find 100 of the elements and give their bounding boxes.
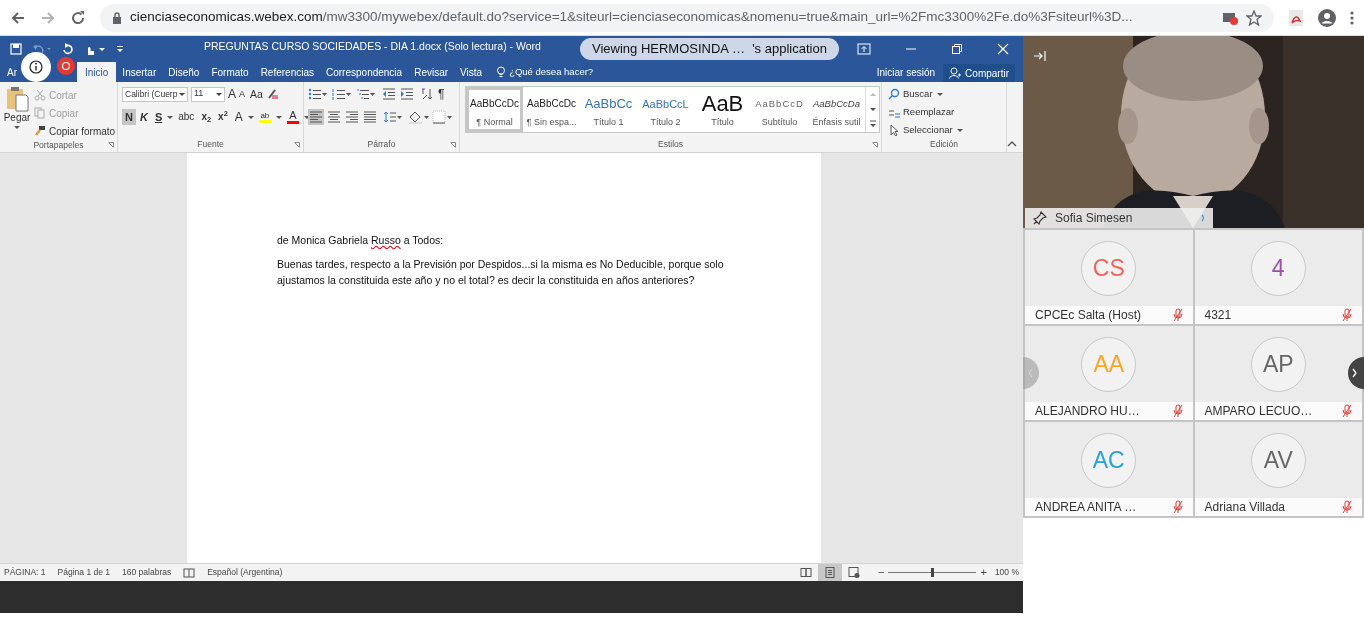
style-option[interactable]: AaBbCcDa Énfasis sutil	[808, 87, 865, 132]
participant-tile[interactable]: 4 4321	[1194, 230, 1362, 324]
bold-button[interactable]: N	[122, 109, 136, 125]
message-paragraph: Buenas tardes, respecto a la Previsión por Despidos...si la misma es No Deducible, porque solo ajustamos la constituida este año y no el total? es decir la constituida en años anteriores?	[277, 257, 725, 288]
collapse-ribbon-icon[interactable]	[1007, 140, 1017, 147]
ribbon-tab[interactable]: Insertar	[116, 62, 163, 82]
ribbon-tab[interactable]: Diseño	[162, 62, 206, 82]
menu-icon[interactable]	[1350, 9, 1354, 26]
customize-icon[interactable]	[116, 45, 124, 53]
back-icon[interactable]	[10, 9, 26, 26]
clear-formatting-icon[interactable]	[265, 88, 278, 100]
collapse-panel-icon[interactable]	[1033, 50, 1047, 62]
muted-microphone-icon[interactable]	[1172, 500, 1183, 514]
participant-tile[interactable]: CS CPCEc Salta (Host)	[1025, 230, 1193, 324]
align-center-icon[interactable]	[326, 109, 342, 125]
print-layout-icon[interactable]	[818, 564, 842, 581]
ribbon-tab[interactable]: Correspondencia	[320, 62, 409, 82]
highlight-button[interactable]: ab	[255, 109, 274, 125]
style-option[interactable]: AaBbCcD Subtítulo	[751, 87, 808, 132]
underline-button[interactable]: S	[151, 109, 166, 125]
reload-icon[interactable]	[70, 9, 86, 26]
ribbon-tab[interactable]: Revisar	[408, 62, 455, 82]
save-icon[interactable]	[10, 43, 22, 55]
paste-button[interactable]: Pegar	[4, 86, 30, 139]
editing-button[interactable]: Seleccionar	[888, 122, 964, 138]
participant-tile[interactable]: AA ALEJANDRO HU…	[1025, 326, 1193, 420]
ribbon-display-icon[interactable]	[857, 43, 871, 55]
info-icon[interactable]	[21, 52, 51, 82]
italic-button[interactable]: K	[136, 109, 151, 125]
grow-font-button[interactable]: A	[228, 88, 236, 100]
restore-icon[interactable]	[951, 43, 963, 55]
font-color-button[interactable]: A	[283, 109, 302, 125]
align-right-icon[interactable]	[344, 109, 360, 125]
increase-indent-icon[interactable]	[400, 88, 414, 100]
clipboard-button[interactable]: Copiar formato	[34, 123, 116, 139]
participant-name: CPCEc Salta (Host)	[1035, 307, 1143, 324]
repeat-icon[interactable]	[62, 43, 74, 55]
share-button[interactable]: Compartir	[943, 64, 1015, 82]
decrease-indent-icon[interactable]	[382, 88, 396, 100]
line-spacing-icon[interactable]	[383, 111, 403, 123]
sort-icon[interactable]	[420, 88, 434, 100]
text-effects-button[interactable]: A	[231, 109, 246, 125]
cursor-icon	[888, 124, 900, 136]
zoom-slider[interactable]	[930, 568, 934, 577]
shading-icon[interactable]	[408, 110, 430, 124]
shrink-font-button[interactable]: A	[239, 89, 246, 99]
participant-tile[interactable]: AC ANDREA ANITA …	[1025, 422, 1193, 516]
star-icon[interactable]	[1246, 9, 1262, 26]
caret-icon	[215, 91, 223, 97]
muted-microphone-icon[interactable]	[1172, 308, 1183, 322]
font-size-field[interactable]: 11	[191, 86, 225, 102]
tell-me-field[interactable]: ¿Qué desea hacer?	[488, 62, 602, 82]
ribbon-tab[interactable]: Inicio	[77, 62, 117, 82]
bullets-icon[interactable]	[308, 88, 328, 100]
recording-icon[interactable]	[57, 57, 75, 75]
account-icon[interactable]	[1318, 8, 1336, 27]
style-option[interactable]: AaBbCc Título 1	[580, 87, 637, 132]
dialog-launcher-icon[interactable]	[872, 142, 878, 148]
muted-microphone-icon[interactable]	[1172, 404, 1183, 418]
muted-microphone-icon[interactable]	[1342, 500, 1352, 514]
participant-tile[interactable]: AV Adriana Villada	[1194, 422, 1362, 516]
font-name-field[interactable]: Calibri (Cuerp	[122, 86, 188, 102]
participant-tile[interactable]: AP AMPARO LECUO…	[1194, 326, 1362, 420]
zoom-out-button[interactable]: −	[878, 567, 885, 578]
editing-button[interactable]: Buscar	[888, 86, 964, 102]
ribbon-tab[interactable]: Vista	[454, 62, 489, 82]
muted-microphone-icon[interactable]	[1342, 404, 1352, 418]
speaker-name: Sofia Simesen	[1055, 210, 1134, 227]
dialog-launcher-icon[interactable]	[294, 142, 300, 148]
zoom-in-button[interactable]: +	[980, 567, 987, 578]
numbering-icon[interactable]	[332, 88, 352, 100]
address-bar[interactable]: cienciaseconomicas.webex.com/mw3300/mywebex/default.do?service=1&siteurl=cienciaseconomicas&nomenu=true&main_url=%2Fmc3300%2Fe.do%3Fsiteurl%3D...	[100, 3, 1274, 32]
borders-icon[interactable]	[432, 110, 454, 124]
ribbon-tab[interactable]: Ar	[5, 62, 19, 82]
pdf-icon[interactable]	[1288, 8, 1304, 27]
dialog-launcher-icon[interactable]	[450, 142, 456, 148]
cast-blocked-icon[interactable]	[1222, 10, 1238, 25]
superscript-button[interactable]: x$^{2}$	[215, 109, 231, 125]
align-left-icon[interactable]	[308, 109, 324, 125]
dialog-launcher-icon[interactable]	[108, 142, 114, 148]
caret-icon	[13, 124, 21, 130]
ribbon-tab[interactable]: Formato	[205, 62, 255, 82]
ribbon-tab[interactable]: Referencias	[254, 62, 320, 82]
multilevel-list-icon[interactable]	[356, 88, 376, 100]
change-case-button[interactable]: Aa	[250, 88, 263, 100]
style-option[interactable]: AaB Título	[694, 87, 751, 132]
participant-name: ANDREA ANITA …	[1035, 499, 1138, 516]
style-option[interactable]: AaBbCcDc ¶ Sin espa...	[523, 87, 580, 132]
sign-in-link[interactable]: Iniciar sesión	[868, 62, 944, 82]
close-icon[interactable]	[997, 43, 1009, 55]
muted-microphone-icon[interactable]	[1342, 308, 1352, 322]
subscript-button[interactable]: x$_{2}$	[198, 109, 215, 125]
editing-button[interactable]: Reemplazar	[888, 104, 964, 120]
style-option[interactable]: AaBbCcL Título 2	[637, 87, 694, 132]
pin-icon[interactable]	[1033, 211, 1047, 225]
proofing-icon[interactable]	[183, 567, 196, 578]
strikethrough-button[interactable]: abc	[175, 109, 198, 125]
align-justify-icon[interactable]	[362, 109, 378, 125]
style-option[interactable]: AaBbCcDc ¶ Normal	[466, 87, 523, 132]
show-marks-button[interactable]: ¶	[438, 88, 445, 100]
